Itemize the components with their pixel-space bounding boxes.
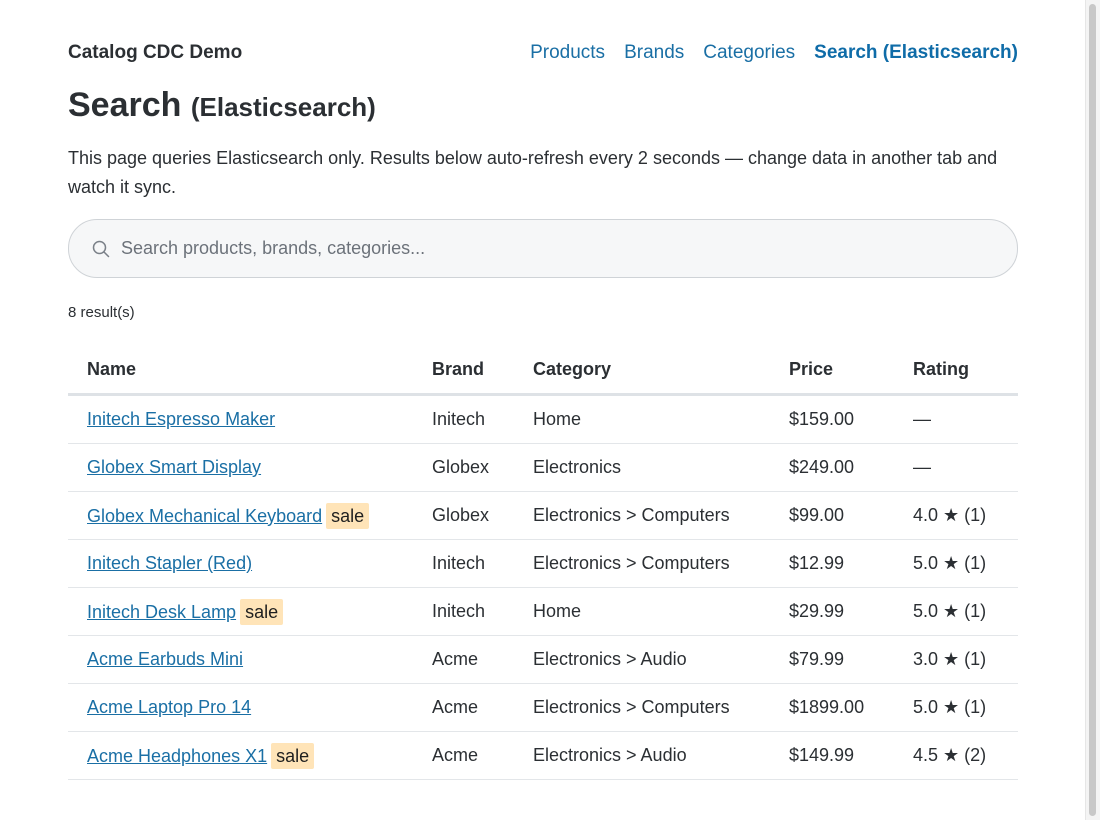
product-link[interactable]: Acme Headphones X1 (87, 746, 267, 766)
table-header-row: Name Brand Category Price Rating (68, 345, 1018, 396)
table-row: Acme Earbuds Mini Acme Electronics > Aud… (68, 635, 1018, 684)
table-row: Acme Headphones X1 sale Acme Electronics … (68, 731, 1018, 780)
product-link[interactable]: Initech Espresso Maker (87, 409, 275, 429)
column-header-rating: Rating (894, 345, 1018, 396)
page-scrollbar[interactable] (1085, 0, 1100, 820)
category-cell: Electronics > Audio (514, 731, 770, 780)
scrollbar-thumb[interactable] (1089, 4, 1096, 816)
product-link[interactable]: Globex Mechanical Keyboard (87, 506, 322, 526)
result-count: 8 result(s) (68, 304, 135, 321)
main-nav: Products Brands Categories Search (Elast… (530, 42, 1018, 64)
page-title-sub: (Elasticsearch) (190, 92, 376, 122)
brand-cell: Initech (413, 539, 514, 588)
sale-badge: sale (326, 502, 370, 529)
category-cell: Electronics > Computers (514, 683, 770, 732)
sale-badge: sale (271, 742, 315, 769)
rating-cell: 5.0 ★ (1) (894, 539, 1018, 588)
name-cell: Acme Laptop Pro 14 (68, 683, 413, 732)
top-navbar: Catalog CDC Demo Products Brands Categor… (68, 40, 1018, 68)
rating-cell: 4.5 ★ (2) (894, 731, 1018, 780)
search-input[interactable] (121, 220, 1001, 277)
brand-title: Catalog CDC Demo (68, 42, 243, 63)
column-header-brand: Brand (413, 345, 514, 396)
category-cell: Electronics > Computers (514, 539, 770, 588)
rating-cell: — (894, 394, 1018, 444)
table-row: Initech Espresso Maker Initech Home $159… (68, 394, 1018, 444)
page-title: Search (Elasticsearch) (68, 86, 376, 125)
price-cell: $12.99 (770, 539, 894, 588)
brand-cell: Globex (413, 443, 514, 492)
brand-cell: Acme (413, 683, 514, 732)
price-cell: $79.99 (770, 635, 894, 684)
table-row: Globex Smart Display Globex Electronics … (68, 443, 1018, 492)
results-table: Name Brand Category Price Rating Initech… (68, 345, 1018, 780)
column-header-name: Name (68, 345, 413, 396)
table-row: Acme Laptop Pro 14 Acme Electronics > Co… (68, 683, 1018, 732)
category-cell: Electronics (514, 443, 770, 492)
rating-cell: 5.0 ★ (1) (894, 587, 1018, 636)
brand-cell: Initech (413, 587, 514, 636)
name-cell: Initech Espresso Maker (68, 394, 413, 444)
price-cell: $249.00 (770, 443, 894, 492)
price-cell: $99.00 (770, 491, 894, 540)
category-cell: Home (514, 587, 770, 636)
search-icon (92, 240, 110, 258)
table-row: Initech Desk Lamp sale Initech Home $29.9… (68, 587, 1018, 636)
name-cell: Globex Smart Display (68, 443, 413, 492)
nav-brands[interactable]: Brands (624, 42, 684, 64)
category-cell: Electronics > Computers (514, 491, 770, 540)
name-cell: Acme Headphones X1 sale (68, 731, 413, 780)
product-link[interactable]: Acme Earbuds Mini (87, 649, 243, 669)
price-cell: $149.99 (770, 731, 894, 780)
brand-cell: Globex (413, 491, 514, 540)
table-row: Globex Mechanical Keyboard sale Globex El… (68, 491, 1018, 540)
category-cell: Home (514, 394, 770, 444)
brand-cell: Acme (413, 635, 514, 684)
price-cell: $29.99 (770, 587, 894, 636)
name-cell: Globex Mechanical Keyboard sale (68, 491, 413, 540)
brand-cell: Initech (413, 394, 514, 444)
price-cell: $159.00 (770, 394, 894, 444)
rating-cell: 5.0 ★ (1) (894, 683, 1018, 732)
rating-cell: — (894, 443, 1018, 492)
product-link[interactable]: Initech Stapler (Red) (87, 553, 252, 573)
sale-badge: sale (240, 598, 284, 625)
rating-cell: 3.0 ★ (1) (894, 635, 1018, 684)
product-link[interactable]: Acme Laptop Pro 14 (87, 697, 251, 717)
name-cell: Acme Earbuds Mini (68, 635, 413, 684)
brand-cell: Acme (413, 731, 514, 780)
name-cell: Initech Stapler (Red) (68, 539, 413, 588)
search-box (68, 219, 1018, 278)
product-link[interactable]: Initech Desk Lamp (87, 602, 236, 622)
page-description: This page queries Elasticsearch only. Re… (68, 148, 998, 197)
product-link[interactable]: Globex Smart Display (87, 457, 261, 477)
table-row: Initech Stapler (Red) Initech Electronic… (68, 539, 1018, 588)
nav-products[interactable]: Products (530, 42, 605, 64)
column-header-category: Category (514, 345, 770, 396)
category-cell: Electronics > Audio (514, 635, 770, 684)
column-header-price: Price (770, 345, 894, 396)
name-cell: Initech Desk Lamp sale (68, 587, 413, 636)
price-cell: $1899.00 (770, 683, 894, 732)
rating-cell: 4.0 ★ (1) (894, 491, 1018, 540)
nav-categories[interactable]: Categories (703, 42, 795, 64)
page-title-main: Search (68, 86, 182, 124)
nav-search[interactable]: Search (Elasticsearch) (814, 42, 1018, 64)
